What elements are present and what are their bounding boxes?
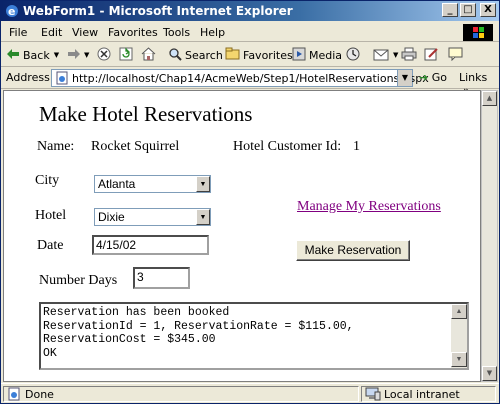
reservation-result-text: Reservation has been booked ReservationI… <box>43 306 354 360</box>
search-button[interactable]: Search <box>168 46 223 64</box>
forward-arrow-icon <box>67 48 81 63</box>
date-label: Date <box>37 238 64 253</box>
menu-edit[interactable]: Edit <box>41 26 62 39</box>
windows-logo-icon <box>463 24 493 41</box>
address-url: http://localhost/Chap14/AcmeWeb/Step1/Ho… <box>72 72 429 85</box>
minimize-button[interactable]: _ <box>442 3 458 17</box>
close-button[interactable]: X <box>480 3 496 17</box>
favorites-button[interactable]: Favorites <box>225 46 293 64</box>
address-input[interactable]: http://localhost/Chap14/AcmeWeb/Step1/Ho… <box>51 69 429 88</box>
refresh-icon <box>119 46 133 64</box>
result-scroll-down-icon[interactable]: ▼ <box>451 352 467 367</box>
page-content: Make Hotel Reservations Name: Rocket Squ… <box>3 90 481 382</box>
menu-view[interactable]: View <box>72 26 98 39</box>
edit-button[interactable] <box>424 46 439 64</box>
home-icon <box>141 46 156 64</box>
toolbar: Back ▼ ▼ Search Favorites Media ▼ <box>1 43 499 67</box>
menu-tools[interactable]: Tools <box>163 26 190 39</box>
ie-icon: e <box>4 3 20 19</box>
svg-text:e: e <box>8 5 15 18</box>
menu-favorites[interactable]: Favorites <box>108 26 158 39</box>
status-zone-panel: Local intranet <box>361 386 496 402</box>
intranet-icon <box>365 387 381 404</box>
history-icon <box>345 46 361 65</box>
number-days-input[interactable]: 3 <box>133 267 190 289</box>
menu-file[interactable]: File <box>9 26 27 39</box>
history-button[interactable] <box>345 46 361 64</box>
media-icon <box>292 47 306 64</box>
discuss-icon <box>448 47 463 64</box>
edit-icon <box>424 47 439 64</box>
page-icon <box>55 71 69 88</box>
go-label: Go <box>431 71 447 84</box>
page-scrollbar[interactable]: ▲ ▼ <box>481 90 498 382</box>
favorites-label: Favorites <box>243 48 293 62</box>
forward-dropdown-icon[interactable]: ▼ <box>84 51 89 59</box>
hotel-dropdown-icon[interactable]: ▼ <box>196 209 210 225</box>
page-title: Make Hotel Reservations <box>39 102 253 126</box>
maximize-button[interactable]: □ <box>460 3 476 17</box>
customer-id-label: Hotel Customer Id: <box>233 139 342 154</box>
print-icon <box>401 47 417 64</box>
title-bar[interactable]: e WebForm1 - Microsoft Internet Explorer… <box>1 1 499 21</box>
status-page-icon <box>7 387 21 404</box>
number-days-label: Number Days <box>39 273 118 288</box>
status-main-panel: Done <box>3 386 359 402</box>
zone-text: Local intranet <box>384 388 460 401</box>
city-dropdown-icon[interactable]: ▼ <box>196 176 210 192</box>
hotel-value: Dixie <box>98 210 125 224</box>
city-value: Atlanta <box>98 177 136 191</box>
menu-help[interactable]: Help <box>200 26 225 39</box>
name-label: Name: <box>37 139 75 154</box>
search-icon <box>168 47 182 64</box>
stop-icon <box>97 47 111 64</box>
back-button[interactable]: Back ▼ <box>6 46 59 64</box>
browser-window: e WebForm1 - Microsoft Internet Explorer… <box>0 0 500 404</box>
make-reservation-button[interactable]: Make Reservation <box>296 240 410 261</box>
address-label: Address <box>6 71 50 84</box>
forward-button[interactable]: ▼ <box>67 46 89 64</box>
stop-button[interactable] <box>97 46 111 64</box>
mail-icon <box>373 47 391 64</box>
home-button[interactable] <box>141 46 156 64</box>
manage-reservations-link[interactable]: Manage My Reservations <box>297 199 441 215</box>
scroll-up-icon[interactable]: ▲ <box>482 91 497 106</box>
media-label: Media <box>309 48 343 62</box>
hotel-select[interactable]: Dixie ▼ <box>94 208 211 226</box>
back-arrow-icon <box>6 48 20 63</box>
back-dropdown-icon[interactable]: ▼ <box>54 51 59 59</box>
status-bar: Done Local intranet <box>1 383 499 403</box>
result-scroll-up-icon[interactable]: ▲ <box>451 304 467 319</box>
print-button[interactable] <box>401 46 417 64</box>
search-label: Search <box>185 48 223 62</box>
address-dropdown-icon[interactable]: ▼ <box>397 70 412 86</box>
mail-dropdown-icon[interactable]: ▼ <box>393 51 398 59</box>
menu-bar: File Edit View Favorites Tools Help <box>1 22 499 42</box>
date-input[interactable]: 4/15/02 <box>92 235 209 255</box>
result-scrollbar[interactable]: ▲ ▼ <box>451 304 467 368</box>
links-label: Links <box>459 71 488 84</box>
go-arrow-icon: ➔ <box>419 71 429 84</box>
window-title: WebForm1 - Microsoft Internet Explorer <box>23 4 293 18</box>
address-bar: Address http://localhost/Chap14/AcmeWeb/… <box>1 67 499 97</box>
favorites-icon <box>225 47 240 63</box>
mail-button[interactable]: ▼ <box>373 46 398 64</box>
scroll-down-icon[interactable]: ▼ <box>482 366 497 381</box>
date-value: 4/15/02 <box>96 238 137 252</box>
city-label: City <box>35 173 60 188</box>
media-button[interactable]: Media <box>292 46 342 64</box>
status-text: Done <box>25 388 54 401</box>
customer-id-value: 1 <box>353 139 360 154</box>
city-select[interactable]: Atlanta ▼ <box>94 175 211 193</box>
number-days-value: 3 <box>137 270 144 284</box>
discuss-button[interactable] <box>448 46 463 64</box>
refresh-button[interactable] <box>119 46 133 64</box>
reservation-result-textarea[interactable]: Reservation has been booked ReservationI… <box>39 302 469 370</box>
go-button[interactable]: ➔ Go <box>419 71 447 84</box>
name-value: Rocket Squirrel <box>91 139 180 154</box>
back-label: Back <box>23 48 50 62</box>
hotel-label: Hotel <box>35 208 67 223</box>
